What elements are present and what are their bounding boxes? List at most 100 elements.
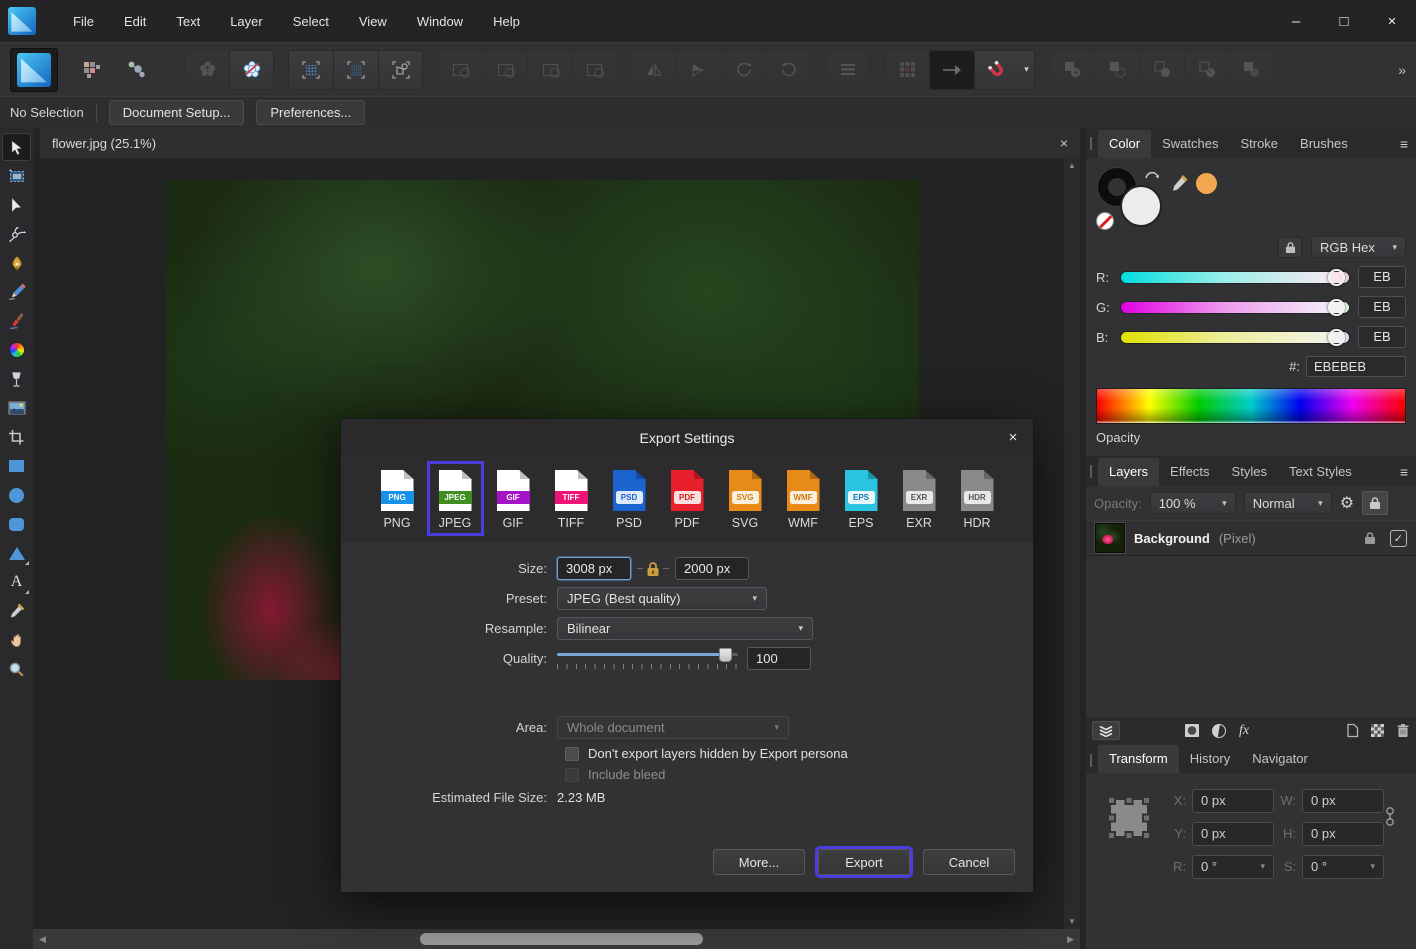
snap-grid-button[interactable] (884, 50, 929, 90)
boolean-intersect-button[interactable] (1139, 50, 1184, 90)
lock-layer-button[interactable] (1362, 491, 1388, 515)
blue-slider[interactable] (1120, 331, 1350, 344)
order-back-button[interactable] (572, 50, 617, 90)
format-tiff[interactable]: TIFFTIFF (543, 461, 600, 536)
tab-color[interactable]: Color (1098, 130, 1151, 158)
alignment-button[interactable] (825, 50, 870, 90)
layer-thumbnail[interactable] (1095, 523, 1125, 553)
point-transform-tool[interactable] (2, 220, 31, 248)
document-tab-close-icon[interactable]: × (1060, 135, 1068, 151)
cancel-button[interactable]: Cancel (923, 849, 1015, 875)
size-width-input[interactable] (557, 557, 631, 580)
format-eps[interactable]: EPSEPS (833, 461, 890, 536)
horizontal-scrollbar[interactable]: ◀ ▶ (33, 929, 1080, 949)
fill-color-swatch[interactable] (1120, 185, 1162, 227)
mask-layer-button[interactable] (1185, 724, 1199, 737)
flip-vertical-button[interactable] (676, 50, 721, 90)
node-tool[interactable] (2, 191, 31, 219)
format-pdf[interactable]: PDFPDF (659, 461, 716, 536)
menu-layer[interactable]: Layer (215, 0, 278, 42)
tab-text-styles[interactable]: Text Styles (1278, 458, 1363, 486)
format-exr[interactable]: EXREXR (891, 461, 948, 536)
preset-select[interactable]: JPEG (Best quality)▾ (557, 587, 767, 610)
transparency-tool[interactable] (2, 365, 31, 393)
h-field[interactable]: 0 px (1302, 822, 1384, 846)
w-field[interactable]: 0 px (1302, 789, 1384, 813)
blend-options-gear-icon[interactable]: ⚙ (1340, 493, 1354, 513)
vector-crop-tool[interactable] (2, 423, 31, 451)
triangle-tool[interactable] (2, 539, 31, 567)
zoom-tool[interactable] (2, 655, 31, 683)
minimize-button[interactable]: – (1272, 0, 1320, 42)
boolean-combine-button[interactable] (1229, 50, 1274, 90)
color-picker-tool[interactable] (2, 597, 31, 625)
green-value[interactable]: EB (1358, 296, 1406, 318)
format-svg[interactable]: SVGSVG (717, 461, 774, 536)
export-button[interactable]: Export (818, 849, 910, 875)
persona-export-button[interactable] (116, 50, 156, 90)
format-jpeg[interactable]: JPEGJPEG (427, 461, 484, 536)
view-pixel-grid-button[interactable] (288, 50, 333, 90)
rotate-cw-button[interactable] (766, 50, 811, 90)
snapping-options-dropdown[interactable]: ▾ (1019, 50, 1035, 90)
blend-mode-select[interactable]: Normal▾ (1244, 492, 1332, 514)
anchor-selector[interactable] (1100, 789, 1156, 845)
boolean-add-button[interactable] (1049, 50, 1094, 90)
toolbar-overflow-button[interactable]: » (1398, 62, 1406, 78)
maximize-button[interactable]: □ (1320, 0, 1368, 42)
shear-field[interactable]: 0 °▾ (1302, 855, 1384, 879)
artistic-text-tool[interactable]: A (2, 568, 31, 596)
red-slider[interactable] (1120, 271, 1350, 284)
color-spectrum[interactable] (1096, 388, 1406, 424)
format-wmf[interactable]: WMFWMF (775, 461, 832, 536)
y-field[interactable]: 0 px (1192, 822, 1274, 846)
boolean-divide-button[interactable] (1184, 50, 1229, 90)
tab-brushes[interactable]: Brushes (1289, 130, 1359, 158)
add-pixel-layer-button[interactable] (1371, 724, 1384, 737)
quality-input[interactable] (747, 647, 811, 670)
color-lock-button[interactable] (1278, 237, 1302, 258)
tab-stroke[interactable]: Stroke (1229, 130, 1289, 158)
menu-edit[interactable]: Edit (109, 0, 161, 42)
menu-view[interactable]: View (344, 0, 402, 42)
fill-tool[interactable] (2, 336, 31, 364)
tab-history[interactable]: History (1179, 745, 1241, 773)
scroll-left-icon[interactable]: ◀ (39, 934, 46, 945)
x-field[interactable]: 0 px (1192, 789, 1274, 813)
tab-layers[interactable]: Layers (1098, 458, 1159, 486)
no-color-icon[interactable] (1096, 212, 1114, 230)
menu-select[interactable]: Select (278, 0, 344, 42)
format-gif[interactable]: GIFGIF (485, 461, 542, 536)
menu-help[interactable]: Help (478, 0, 535, 42)
order-front-button[interactable] (437, 50, 482, 90)
move-by-whole-pixels-button[interactable] (929, 50, 974, 90)
scroll-up-icon[interactable]: ▲ (1068, 161, 1076, 170)
link-dimensions-icon[interactable] (1385, 803, 1395, 831)
view-retina-grid-button[interactable] (333, 50, 378, 90)
tab-swatches[interactable]: Swatches (1151, 130, 1229, 158)
swap-colors-icon[interactable] (1142, 166, 1164, 182)
quality-slider[interactable] (557, 648, 738, 669)
artboard-tool[interactable] (2, 162, 31, 190)
red-slider-thumb[interactable] (1328, 269, 1345, 286)
layer-row-background[interactable]: Background (Pixel) ✓ (1086, 520, 1416, 556)
tab-navigator[interactable]: Navigator (1241, 745, 1319, 773)
move-tool[interactable] (2, 133, 31, 161)
pencil-tool[interactable] (2, 278, 31, 306)
adjustment-layer-button[interactable] (1212, 724, 1226, 738)
rounded-rectangle-tool[interactable] (2, 510, 31, 538)
pen-tool[interactable] (2, 249, 31, 277)
order-backward-button[interactable] (527, 50, 572, 90)
rectangle-tool[interactable] (2, 452, 31, 480)
quality-slider-thumb[interactable] (719, 648, 732, 662)
tab-styles[interactable]: Styles (1221, 458, 1278, 486)
panel-handle[interactable] (1090, 465, 1092, 478)
blue-slider-thumb[interactable] (1328, 329, 1345, 346)
flower-slash-button[interactable] (229, 50, 274, 90)
view-tool[interactable] (2, 626, 31, 654)
red-value[interactable]: EB (1358, 266, 1406, 288)
scroll-right-icon[interactable]: ▶ (1067, 934, 1074, 945)
rotate-ccw-button[interactable] (721, 50, 766, 90)
resample-select[interactable]: Bilinear▾ (557, 617, 813, 640)
scroll-down-icon[interactable]: ▼ (1068, 917, 1076, 926)
